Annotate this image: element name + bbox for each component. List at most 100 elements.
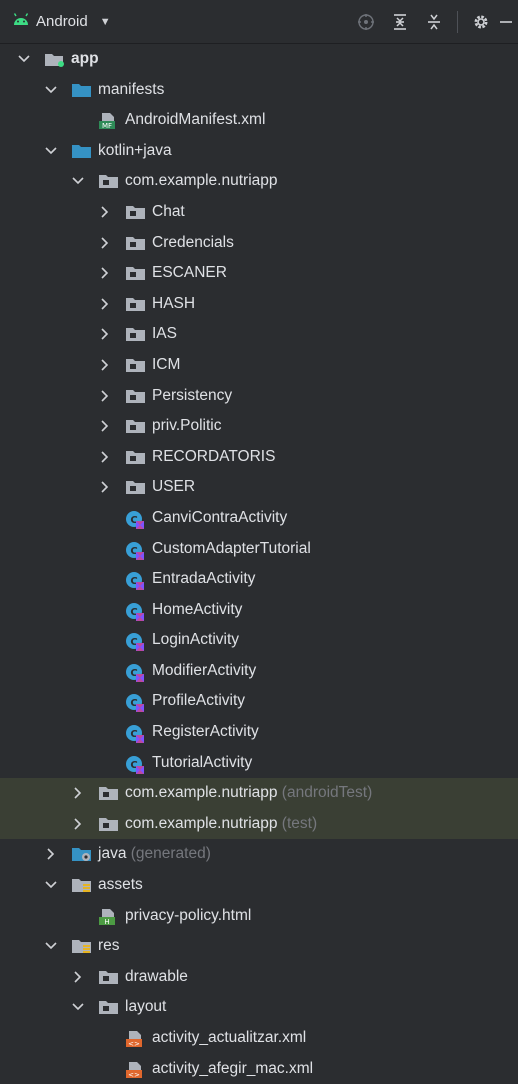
tree-row[interactable]: ESCANER: [0, 258, 518, 289]
chevron-right-icon[interactable]: [98, 358, 112, 372]
chevron-right-icon[interactable]: [98, 327, 112, 341]
tree-node-label: layout: [125, 998, 167, 1016]
tree-node-label: CanviContraActivity: [152, 508, 288, 526]
chevron-down-icon[interactable]: [71, 1000, 85, 1014]
minimize-icon[interactable]: [498, 0, 518, 43]
tree-node-label: assets: [98, 876, 143, 894]
chevron-right-icon[interactable]: [71, 786, 85, 800]
tree-row[interactable]: com.example.nutriapp: [0, 166, 518, 197]
chevron-right-icon[interactable]: [44, 847, 58, 861]
tree-row[interactable]: USER: [0, 472, 518, 503]
tree-node-label: TutorialActivity: [152, 753, 253, 771]
tree-row[interactable]: assets: [0, 870, 518, 901]
package-icon: [125, 296, 147, 316]
chevron-right-icon[interactable]: [98, 297, 112, 311]
tree-node-text: com.example.nutriapp (androidTest): [125, 784, 372, 802]
tree-row[interactable]: ICM: [0, 350, 518, 381]
package-icon: [125, 326, 147, 346]
locate-icon[interactable]: [349, 0, 383, 43]
chevron-right-icon[interactable]: [71, 817, 85, 831]
tree-row[interactable]: res: [0, 931, 518, 962]
chevron-right-icon[interactable]: [98, 389, 112, 403]
tree-node-label: app: [71, 50, 99, 67]
chevron-right-icon[interactable]: [98, 450, 112, 464]
tree-row[interactable]: drawable: [0, 962, 518, 993]
tree-node-label: ICM: [152, 355, 181, 373]
tree-row[interactable]: RECORDATORIS: [0, 442, 518, 473]
tree-node-label: IAS: [152, 325, 177, 343]
android-icon: [12, 12, 30, 31]
package-icon: [125, 235, 147, 255]
chevron-right-icon[interactable]: [98, 480, 112, 494]
tree-node-label: USER: [152, 478, 196, 496]
generated-folder-icon: [71, 846, 93, 866]
tree-node-label: ProfileActivity: [152, 692, 246, 710]
tree-node-label: res: [98, 937, 120, 955]
tree-row[interactable]: com.example.nutriapp (test): [0, 808, 518, 840]
tree-row[interactable]: C CustomAdapterTutorial: [0, 534, 518, 565]
chevron-right-icon[interactable]: [98, 419, 112, 433]
package-icon: [125, 265, 147, 285]
tree-node-label: RECORDATORIS: [152, 447, 276, 465]
tree-node-text: activity_actualitzar.xml: [152, 1029, 306, 1047]
svg-text:H: H: [104, 918, 109, 926]
chevron-down-icon[interactable]: [44, 878, 58, 892]
tree-node-text: java (generated): [98, 845, 211, 863]
tree-row[interactable]: C CanviContraActivity: [0, 503, 518, 534]
tree-row[interactable]: IAS: [0, 319, 518, 350]
tree-node-label: HASH: [152, 294, 196, 312]
tree-row[interactable]: C RegisterActivity: [0, 717, 518, 748]
package-icon: [125, 479, 147, 499]
tree-row[interactable]: manifests: [0, 75, 518, 106]
tree-row[interactable]: Credencials: [0, 228, 518, 259]
chevron-down-icon[interactable]: [44, 939, 58, 953]
kotlin-class-icon: C: [125, 755, 145, 779]
expand-all-icon[interactable]: [383, 0, 417, 43]
tree-row[interactable]: kotlin+java: [0, 136, 518, 167]
tree-row[interactable]: C EntradaActivity: [0, 564, 518, 595]
chevron-down-icon: ▼: [99, 15, 111, 28]
tree-row[interactable]: C ProfileActivity: [0, 686, 518, 717]
tree-row[interactable]: Hprivacy-policy.html: [0, 901, 518, 932]
kotlin-class-icon: C: [125, 510, 145, 534]
chevron-down-icon[interactable]: [44, 83, 58, 97]
tree-row[interactable]: C TutorialActivity: [0, 748, 518, 779]
tree-node-text: app: [71, 50, 99, 68]
tree-node-text: assets: [98, 876, 143, 894]
tree-row[interactable]: C HomeActivity: [0, 595, 518, 626]
tree-row[interactable]: app: [0, 44, 518, 75]
gear-icon[interactable]: [464, 0, 498, 43]
tree-row[interactable]: Persistency: [0, 381, 518, 412]
tree-node-label: Credencials: [152, 233, 234, 251]
tree-row[interactable]: C ModifierActivity: [0, 656, 518, 687]
chevron-down-icon[interactable]: [44, 144, 58, 158]
resource-folder-icon: [71, 938, 93, 958]
tree-row[interactable]: layout: [0, 992, 518, 1023]
tree-row[interactable]: <> activity_afegir_mac.xml: [0, 1054, 518, 1084]
tree-row[interactable]: MF AndroidManifest.xml: [0, 105, 518, 136]
tree-row[interactable]: <> activity_actualitzar.xml: [0, 1023, 518, 1054]
tree-row[interactable]: com.example.nutriapp (androidTest): [0, 778, 518, 809]
chevron-right-icon[interactable]: [98, 266, 112, 280]
tree-row[interactable]: C LoginActivity: [0, 625, 518, 656]
chevron-right-icon[interactable]: [98, 236, 112, 250]
tree-node-label: Persistency: [152, 386, 233, 404]
tree-node-suffix: (generated): [126, 845, 211, 863]
chevron-right-icon[interactable]: [98, 205, 112, 219]
chevron-down-icon[interactable]: [17, 52, 31, 66]
view-selector[interactable]: Android ▼: [12, 0, 111, 43]
package-icon: [98, 999, 120, 1019]
package-icon: [98, 785, 120, 805]
tree-row[interactable]: HASH: [0, 289, 518, 320]
tree-row[interactable]: java (generated): [0, 839, 518, 870]
collapse-all-icon[interactable]: [417, 0, 451, 43]
tree-node-text: com.example.nutriapp: [125, 172, 278, 190]
manifest-file-icon: MF: [98, 112, 118, 134]
tree-row[interactable]: Chat: [0, 197, 518, 228]
chevron-right-icon[interactable]: [71, 970, 85, 984]
chevron-down-icon[interactable]: [71, 174, 85, 188]
tree-row[interactable]: priv.Politic: [0, 411, 518, 442]
kotlin-class-icon: C: [125, 693, 145, 717]
toolbar-separator: [457, 10, 458, 33]
tree-node-label: AndroidManifest.xml: [125, 111, 266, 129]
